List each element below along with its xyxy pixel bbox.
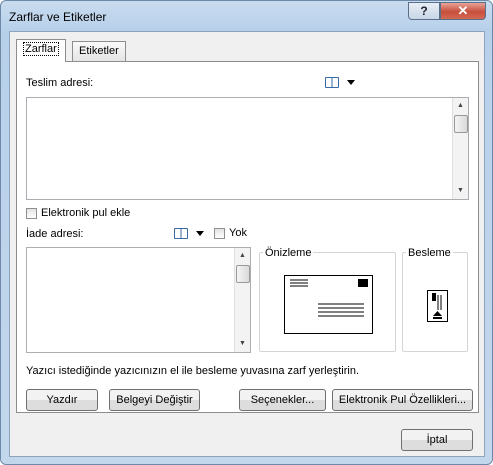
postage-properties-button[interactable]: Elektronik Pul Özellikleri... <box>332 389 473 411</box>
title-bar[interactable]: Zarflar ve Etiketler ? ✕ <box>1 1 492 31</box>
scroll-thumb[interactable] <box>454 115 468 133</box>
scroll-thumb[interactable] <box>236 265 250 283</box>
return-address-text <box>27 248 250 254</box>
delivery-address-label: Teslim adresi: <box>26 77 94 89</box>
dialog-body: Zarflar Etiketler Teslim adresi: ▲ ▼ Ele… <box>9 31 485 457</box>
close-button[interactable]: ✕ <box>440 2 486 20</box>
help-button[interactable]: ? <box>408 2 440 20</box>
preview-label: Önizleme <box>263 247 314 259</box>
print-button[interactable]: Yazdır <box>26 389 98 411</box>
scroll-down-arrow-icon[interactable]: ▼ <box>453 184 468 198</box>
envelope-preview-icon[interactable] <box>284 275 373 334</box>
electronic-postage-checkbox[interactable] <box>26 208 37 219</box>
delivery-scrollbar[interactable]: ▲ ▼ <box>452 98 468 199</box>
tab-etiketler[interactable]: Etiketler <box>72 41 126 61</box>
electronic-postage-label: Elektronik pul ekle <box>41 207 131 219</box>
delivery-address-input[interactable]: ▲ ▼ <box>26 97 469 200</box>
options-button[interactable]: Seçenekler... <box>239 389 326 411</box>
return-address-label: İade adresi: <box>26 228 84 240</box>
envelope-feed-icon[interactable] <box>427 290 448 322</box>
scroll-down-arrow-icon[interactable]: ▼ <box>235 337 250 351</box>
address-book-icon[interactable] <box>325 77 339 88</box>
tab-zarflar-label: Zarflar <box>23 42 59 56</box>
tab-etiketler-label: Etiketler <box>79 45 119 57</box>
return-scrollbar[interactable]: ▲ ▼ <box>234 248 250 352</box>
feed-label: Besleme <box>406 247 453 259</box>
window-title: Zarflar ve Etiketler <box>9 10 107 24</box>
delivery-address-text <box>27 98 468 104</box>
dropdown-arrow-icon[interactable] <box>196 231 204 236</box>
dialog-window: Zarflar ve Etiketler ? ✕ Zarflar Etiketl… <box>0 0 493 465</box>
instruction-text: Yazıcı istediğinde yazıcınızın el ile be… <box>26 365 360 377</box>
return-address-input[interactable]: ▲ ▼ <box>26 247 251 353</box>
change-document-button[interactable]: Belgeyi Değiştir <box>109 389 200 411</box>
omit-return-checkbox[interactable] <box>214 228 225 239</box>
cancel-button[interactable]: İptal <box>401 429 473 451</box>
dropdown-arrow-icon[interactable] <box>347 80 355 85</box>
scroll-up-arrow-icon[interactable]: ▲ <box>453 99 468 113</box>
scroll-up-arrow-icon[interactable]: ▲ <box>235 249 250 263</box>
omit-return-label: Yok <box>229 227 247 239</box>
tab-zarflar[interactable]: Zarflar <box>16 39 66 62</box>
envelopes-tab-panel: Teslim adresi: ▲ ▼ Elektronik pul ekle İ… <box>16 61 479 413</box>
address-book-icon[interactable] <box>174 228 188 239</box>
